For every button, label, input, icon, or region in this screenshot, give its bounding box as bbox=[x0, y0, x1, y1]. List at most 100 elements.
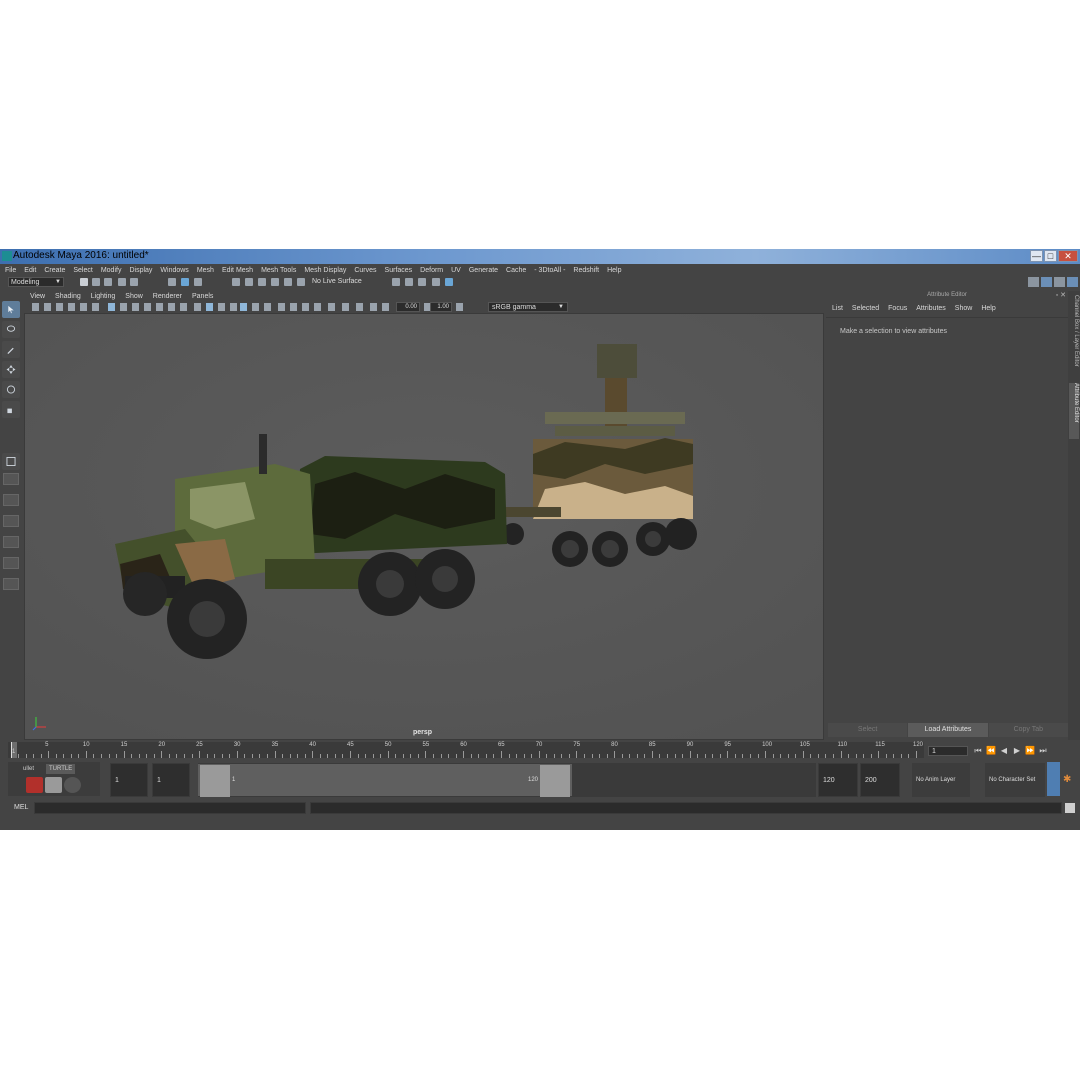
play-forwards-button[interactable]: ▶ bbox=[1011, 746, 1023, 756]
maximize-button[interactable]: □ bbox=[1044, 250, 1057, 262]
panel-menu-panels[interactable]: Panels bbox=[192, 293, 213, 300]
current-frame-field[interactable]: 1 bbox=[928, 746, 968, 756]
menu-modify[interactable]: Modify bbox=[101, 267, 122, 274]
play-backwards-button[interactable]: ◀ bbox=[998, 746, 1010, 756]
panel-menu-lighting[interactable]: Lighting bbox=[91, 293, 116, 300]
snap-to-view-plane-icon[interactable] bbox=[271, 278, 279, 286]
undo-icon[interactable] bbox=[118, 278, 126, 286]
paint-select-tool[interactable] bbox=[2, 341, 20, 358]
anim-layer-dropdown[interactable]: No Anim Layer bbox=[912, 763, 970, 797]
menu-edit[interactable]: Edit bbox=[24, 267, 36, 274]
mel-label[interactable]: MEL bbox=[14, 804, 28, 811]
save-scene-icon[interactable] bbox=[104, 278, 112, 286]
go-to-end-button[interactable]: ⏭ bbox=[1037, 746, 1049, 756]
four-view-layout[interactable] bbox=[3, 473, 19, 485]
color-space-dropdown[interactable]: sRGB gamma ▼ bbox=[488, 302, 568, 312]
xray-icon[interactable] bbox=[230, 303, 237, 311]
select-by-component-icon[interactable] bbox=[194, 278, 202, 286]
wireframe-icon[interactable] bbox=[194, 303, 201, 311]
tab-channel-box[interactable]: Channel Box / Layer Editor bbox=[1069, 295, 1079, 375]
hypershade-layout[interactable] bbox=[3, 536, 19, 548]
shelf-tab-bullet[interactable]: ullet bbox=[20, 764, 37, 774]
smooth-shade-icon[interactable] bbox=[206, 303, 213, 311]
menu-surfaces[interactable]: Surfaces bbox=[385, 267, 413, 274]
safe-title-icon[interactable] bbox=[180, 303, 187, 311]
persp-outliner-layout[interactable] bbox=[3, 494, 19, 506]
script-editor-icon[interactable] bbox=[1065, 803, 1075, 813]
isolate-select-icon[interactable] bbox=[328, 303, 335, 311]
command-input[interactable] bbox=[34, 802, 306, 814]
range-end-handle[interactable] bbox=[540, 765, 570, 797]
menu-set-dropdown[interactable]: Modeling ▼ bbox=[8, 277, 64, 287]
attr-menu-help[interactable]: Help bbox=[981, 305, 995, 312]
film-gate-icon[interactable] bbox=[120, 303, 127, 311]
load-attributes-button[interactable]: Load Attributes bbox=[908, 723, 988, 737]
gate-mask-icon[interactable] bbox=[144, 303, 151, 311]
attr-menu-show[interactable]: Show bbox=[955, 305, 973, 312]
copy-tab-button[interactable]: Copy Tab bbox=[988, 723, 1068, 737]
gamma-field[interactable]: 1.00 bbox=[430, 302, 452, 312]
attr-menu-selected[interactable]: Selected bbox=[852, 305, 879, 312]
auto-key-icon[interactable] bbox=[1047, 762, 1060, 796]
2d-pan-zoom-icon[interactable] bbox=[80, 303, 87, 311]
select-button[interactable]: Select bbox=[828, 723, 908, 737]
grease-pencil-icon[interactable] bbox=[92, 303, 99, 311]
motion-blur-icon[interactable] bbox=[290, 303, 297, 311]
custom-layout-1[interactable] bbox=[3, 557, 19, 569]
bookmark-icon[interactable] bbox=[56, 303, 63, 311]
layout-channel-box-icon[interactable] bbox=[1067, 277, 1078, 287]
panel-menu-show[interactable]: Show bbox=[125, 293, 143, 300]
persp-graph-layout[interactable] bbox=[3, 515, 19, 527]
xray-joints-icon[interactable] bbox=[342, 303, 349, 311]
redo-icon[interactable] bbox=[130, 278, 138, 286]
menu-windows[interactable]: Windows bbox=[160, 267, 188, 274]
step-back-key-button[interactable]: ⏪ bbox=[985, 746, 997, 756]
view-transform-icon[interactable] bbox=[456, 303, 463, 311]
persp-viewport[interactable]: persp bbox=[24, 313, 824, 740]
shelf-tab-turtle[interactable]: TURTLE bbox=[46, 764, 76, 774]
shadows-icon[interactable] bbox=[264, 303, 271, 311]
menu-edit-mesh[interactable]: Edit Mesh bbox=[222, 267, 253, 274]
wireframe-on-shaded-icon[interactable] bbox=[218, 303, 225, 311]
image-plane-icon[interactable] bbox=[68, 303, 75, 311]
animation-start-field[interactable]: 1 bbox=[110, 763, 148, 797]
gamma-icon[interactable] bbox=[382, 303, 389, 311]
attr-menu-list[interactable]: List bbox=[832, 305, 843, 312]
select-tool[interactable] bbox=[2, 301, 20, 318]
textured-icon[interactable] bbox=[240, 303, 247, 311]
playback-end-field[interactable]: 120 bbox=[818, 763, 858, 797]
menu-file[interactable]: File bbox=[5, 267, 16, 274]
safe-action-icon[interactable] bbox=[168, 303, 175, 311]
field-chart-icon[interactable] bbox=[156, 303, 163, 311]
render-shelf-icon[interactable] bbox=[26, 777, 43, 793]
range-slider[interactable]: 1 120 bbox=[198, 763, 816, 797]
rotate-tool[interactable] bbox=[2, 381, 20, 398]
snap-to-point-icon[interactable] bbox=[258, 278, 266, 286]
ambient-occlusion-icon[interactable] bbox=[278, 303, 285, 311]
move-tool[interactable] bbox=[2, 361, 20, 378]
menu-create[interactable]: Create bbox=[44, 267, 65, 274]
menu-redshift[interactable]: Redshift bbox=[573, 267, 599, 274]
range-start-handle[interactable] bbox=[200, 765, 230, 797]
depth-of-field-icon[interactable] bbox=[314, 303, 321, 311]
menu-3dtoall[interactable]: - 3DtoAll - bbox=[534, 267, 565, 274]
panel-float-close-controls[interactable]: ▫ ✕ bbox=[1056, 291, 1066, 299]
preferences-icon[interactable]: ✱ bbox=[1063, 774, 1075, 786]
menu-cache[interactable]: Cache bbox=[506, 267, 526, 274]
grid-toggle-icon[interactable] bbox=[108, 303, 115, 311]
step-forward-key-button[interactable]: ⏩ bbox=[1024, 746, 1036, 756]
hypershade-icon[interactable] bbox=[432, 278, 440, 286]
make-live-icon[interactable] bbox=[297, 278, 305, 286]
menu-mesh-tools[interactable]: Mesh Tools bbox=[261, 267, 296, 274]
attr-menu-focus[interactable]: Focus bbox=[888, 305, 907, 312]
new-scene-icon[interactable] bbox=[80, 278, 88, 286]
animation-end-field[interactable]: 200 bbox=[860, 763, 900, 797]
render-current-frame-icon[interactable] bbox=[392, 278, 400, 286]
menu-deform[interactable]: Deform bbox=[420, 267, 443, 274]
custom-layout-2[interactable] bbox=[3, 578, 19, 590]
time-slider[interactable]: 1 5 10 15 20 25 30 35 40 45 50 55 60 65 70 75 80 85 90 95 1… bbox=[8, 742, 924, 758]
menu-curves[interactable]: Curves bbox=[354, 267, 376, 274]
exposure-field[interactable]: 0.00 bbox=[396, 302, 420, 312]
tab-attribute-editor[interactable]: Attribute Editor bbox=[1069, 383, 1079, 439]
lights-icon[interactable] bbox=[252, 303, 259, 311]
